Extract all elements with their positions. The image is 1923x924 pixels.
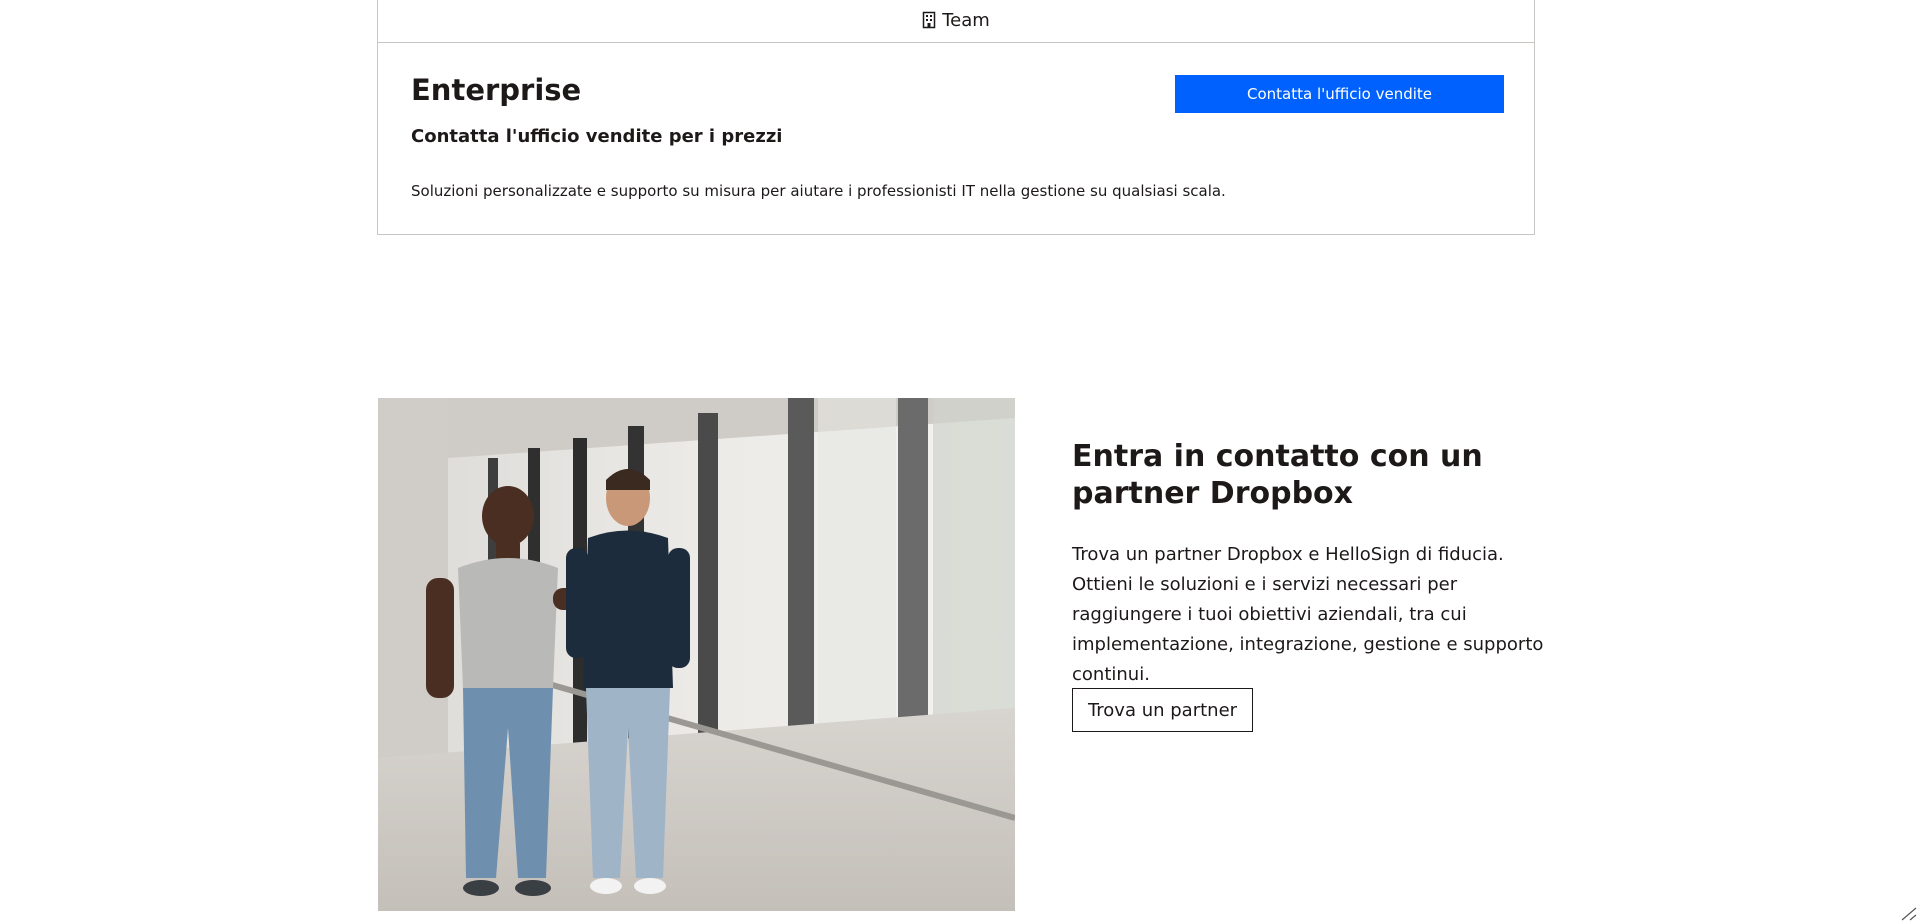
contact-sales-button[interactable]: Contatta l'ufficio vendite [1175, 75, 1504, 113]
team-plan-tab[interactable]: Team [378, 0, 1534, 43]
enterprise-description: Soluzioni personalizzate e supporto su m… [411, 182, 1226, 200]
resize-handle-icon[interactable] [1898, 906, 1920, 922]
partner-photo [378, 398, 1015, 911]
team-tab-label: Team [942, 9, 990, 31]
enterprise-price-text: Contatta l'ufficio vendite per i prezzi [411, 126, 783, 147]
enterprise-plan-title: Enterprise [411, 73, 582, 107]
partner-heading: Entra in contatto con un partner Dropbox [1072, 439, 1483, 511]
find-partner-button[interactable]: Trova un partner [1072, 688, 1253, 732]
partner-description: Trova un partner Dropbox e HelloSign di … [1072, 544, 1544, 685]
building-icon [922, 11, 936, 29]
enterprise-pricing-card: Team Enterprise Contatta l'ufficio vendi… [377, 0, 1535, 235]
